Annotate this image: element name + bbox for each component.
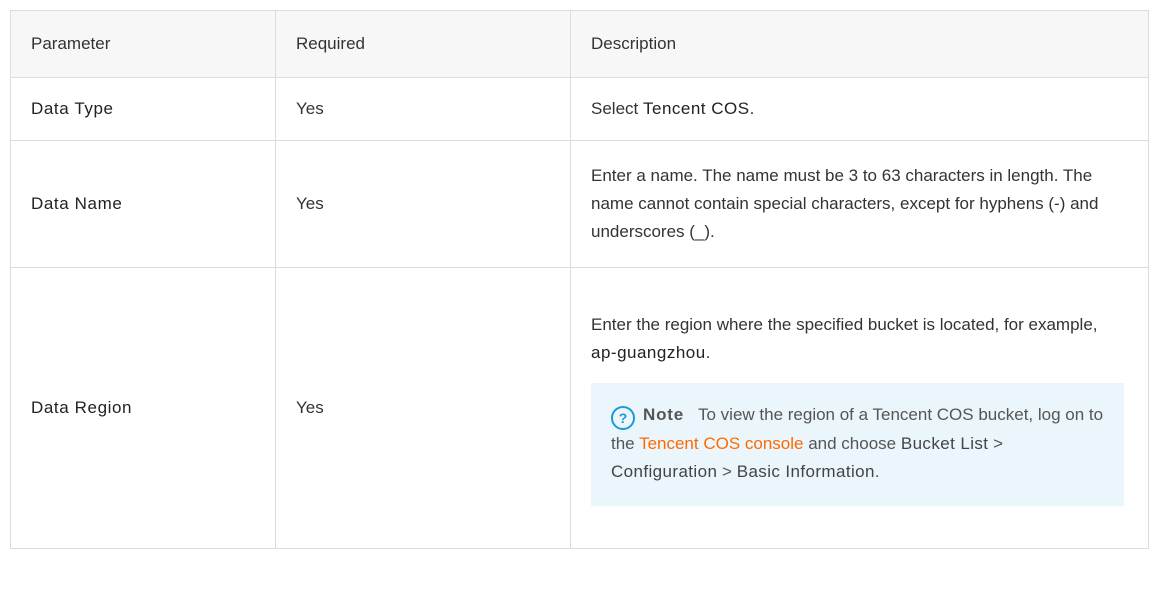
table-header: Parameter Required Description: [10, 10, 1149, 78]
param-cell: Data Region: [10, 267, 276, 549]
description-suffix: .: [705, 342, 711, 362]
header-parameter: Parameter: [10, 10, 276, 78]
param-cell: Data Name: [10, 140, 276, 268]
required-cell: Yes: [275, 140, 571, 268]
header-required: Required: [275, 10, 571, 78]
description-suffix: .: [749, 99, 755, 118]
param-cell: Data Type: [10, 77, 276, 141]
table-row: Data Type Yes Select Tencent COS.: [10, 77, 1149, 141]
description-paragraph: Enter the region where the specified buc…: [591, 311, 1128, 367]
description-cell: Enter a name. The name must be 3 to 63 c…: [570, 140, 1149, 268]
header-row: Parameter Required Description: [10, 10, 1149, 78]
table-row: Data Name Yes Enter a name. The name mus…: [10, 140, 1149, 268]
table-row: Data Region Yes Enter the region where t…: [10, 267, 1149, 549]
page-bottom-cutoff: [0, 603, 1158, 609]
description-text: Enter the region where the specified buc…: [591, 314, 1098, 334]
param-name: Data Name: [31, 194, 123, 213]
param-name: Data Type: [31, 99, 114, 118]
note-end: .: [874, 461, 880, 481]
note-path-configuration: Configuration: [611, 461, 718, 481]
description-cell: Enter the region where the specified buc…: [570, 267, 1149, 549]
note-path-basic-information: Basic Information: [736, 461, 875, 481]
parameter-table: Parameter Required Description Data Type…: [10, 10, 1149, 549]
tencent-cos-console-link[interactable]: Tencent COS console: [639, 434, 803, 453]
note-text: and choose: [803, 433, 901, 453]
description-strong: ap-guangzhou: [591, 342, 706, 362]
required-cell: Yes: [275, 267, 571, 549]
description-text: Select: [591, 99, 643, 118]
param-name: Data Region: [31, 398, 133, 417]
note-path-bucket-list: Bucket List: [900, 433, 989, 453]
description-strong: Tencent COS: [642, 99, 750, 118]
description-text: Enter a name. The name must be 3 to 63 c…: [591, 166, 1099, 241]
description-cell: Select Tencent COS.: [570, 77, 1149, 141]
note-box: ? Note To view the region of a Tencent COS…: [591, 382, 1124, 506]
question-circle-icon: ?: [611, 405, 635, 430]
required-cell: Yes: [275, 77, 571, 141]
header-description: Description: [570, 10, 1149, 78]
note-separator: >: [988, 433, 1004, 453]
note-label: Note: [643, 404, 684, 424]
note-separator: >: [717, 461, 737, 481]
